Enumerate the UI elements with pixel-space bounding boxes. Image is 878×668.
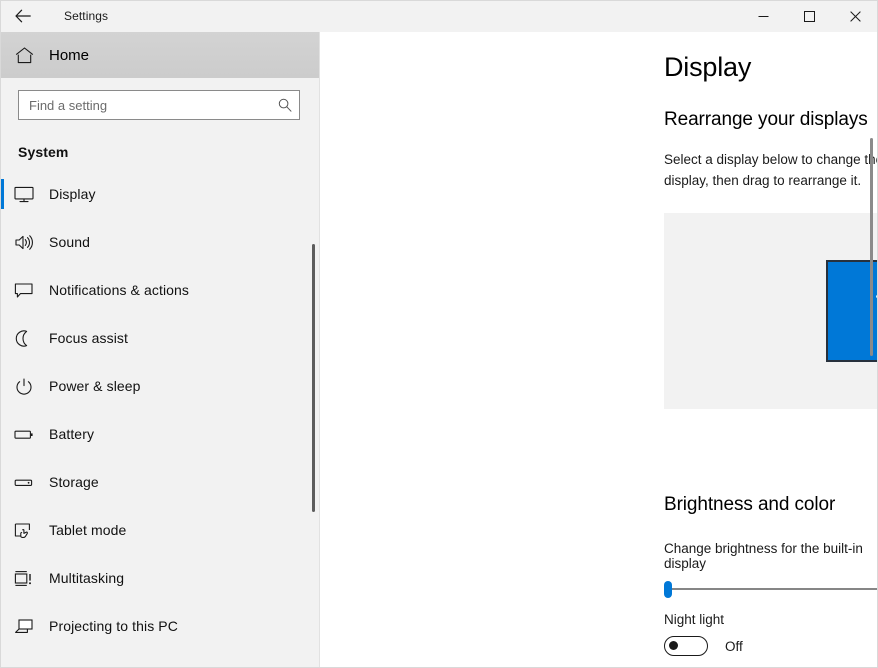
sidebar-item-power-sleep[interactable]: Power & sleep [0,362,320,410]
back-arrow-icon [15,9,31,23]
sidebar-item-sound[interactable]: Sound [0,218,320,266]
sidebar: Home System [0,32,320,668]
search-icon[interactable] [271,98,299,112]
sidebar-nav-list: Display Sound Notifications & actions Fo… [0,170,320,668]
chat-bubble-icon [0,282,48,299]
sidebar-item-label: Battery [49,426,95,442]
close-button[interactable] [832,0,878,32]
home-label: Home [49,46,90,64]
display-arrangement-canvas[interactable]: 1I2 [664,213,878,409]
sidebar-item-multitasking[interactable]: Multitasking [0,554,320,602]
maximize-button[interactable] [786,0,832,32]
sidebar-item-focus-assist[interactable]: Focus assist [0,314,320,362]
storage-icon [0,474,48,491]
content-inner: Display Rearrange your displays Select a… [664,32,878,668]
sidebar-item-tablet-mode[interactable]: Tablet mode [0,506,320,554]
multitasking-icon [0,570,48,587]
sidebar-item-label: Focus assist [49,330,128,346]
brightness-slider[interactable] [664,579,878,599]
moon-icon [0,329,48,347]
brightness-slider-label: Change brightness for the built-in displ… [664,541,863,571]
settings-window: Settings Home Find a setting System Disp… [0,0,878,668]
sidebar-item-label: Projecting to this PC [49,618,178,634]
power-icon [0,377,48,395]
night-light-row: Off [664,636,878,656]
sidebar-item-label: Power & sleep [49,378,141,394]
sidebar-item-label: Notifications & actions [49,282,190,298]
night-light-state: Off [725,638,743,654]
brightness-heading: Brightness and color [664,494,836,515]
sidebar-scrollbar[interactable] [312,244,315,512]
slider-thumb[interactable] [664,581,672,598]
monitor-icon [0,186,48,203]
projecting-icon [0,618,48,635]
rearrange-heading: Rearrange your displays [664,109,868,130]
sidebar-item-notifications[interactable]: Notifications & actions [0,266,320,314]
sidebar-item-label: Storage [49,474,99,490]
title-bar: Settings [0,0,878,32]
sidebar-item-label: Multitasking [49,570,125,586]
tablet-hand-icon [0,522,48,539]
night-light-toggle[interactable] [664,636,708,656]
sidebar-item-battery[interactable]: Battery [0,410,320,458]
sidebar-item-label: Tablet mode [49,522,127,538]
content-scrollbar[interactable] [870,138,873,356]
minimize-icon [758,15,768,17]
back-button[interactable] [0,0,46,32]
speaker-icon [0,234,48,251]
sidebar-item-label: Sound [49,234,90,250]
window-title: Settings [64,9,109,23]
display-button-row: Identify Detect [664,417,878,447]
toggle-knob [669,641,678,650]
rearrange-description: Select a display below to change the set… [664,152,878,188]
search-input[interactable] [19,91,271,119]
page-title: Display [664,52,752,82]
home-icon [0,46,48,64]
minimize-button[interactable] [740,0,786,32]
sidebar-section-title: System [18,144,69,160]
search-box[interactable] [18,90,300,120]
selection-indicator [0,179,4,209]
sidebar-item-storage[interactable]: Storage [0,458,320,506]
maximize-icon [803,10,815,22]
window-body: Home System [0,32,878,668]
sidebar-item-projecting[interactable]: Projecting to this PC [0,602,320,650]
battery-icon [0,426,48,443]
sidebar-item-display[interactable]: Display [0,170,320,218]
window-controls [740,0,878,32]
main-content: Display Rearrange your displays Select a… [320,32,878,668]
search-container [0,78,320,120]
night-light-label: Night light [664,612,725,627]
sidebar-item-label: Display [49,186,96,202]
slider-track [664,588,878,590]
close-icon [849,10,861,22]
sidebar-item-home[interactable]: Home [0,32,320,78]
